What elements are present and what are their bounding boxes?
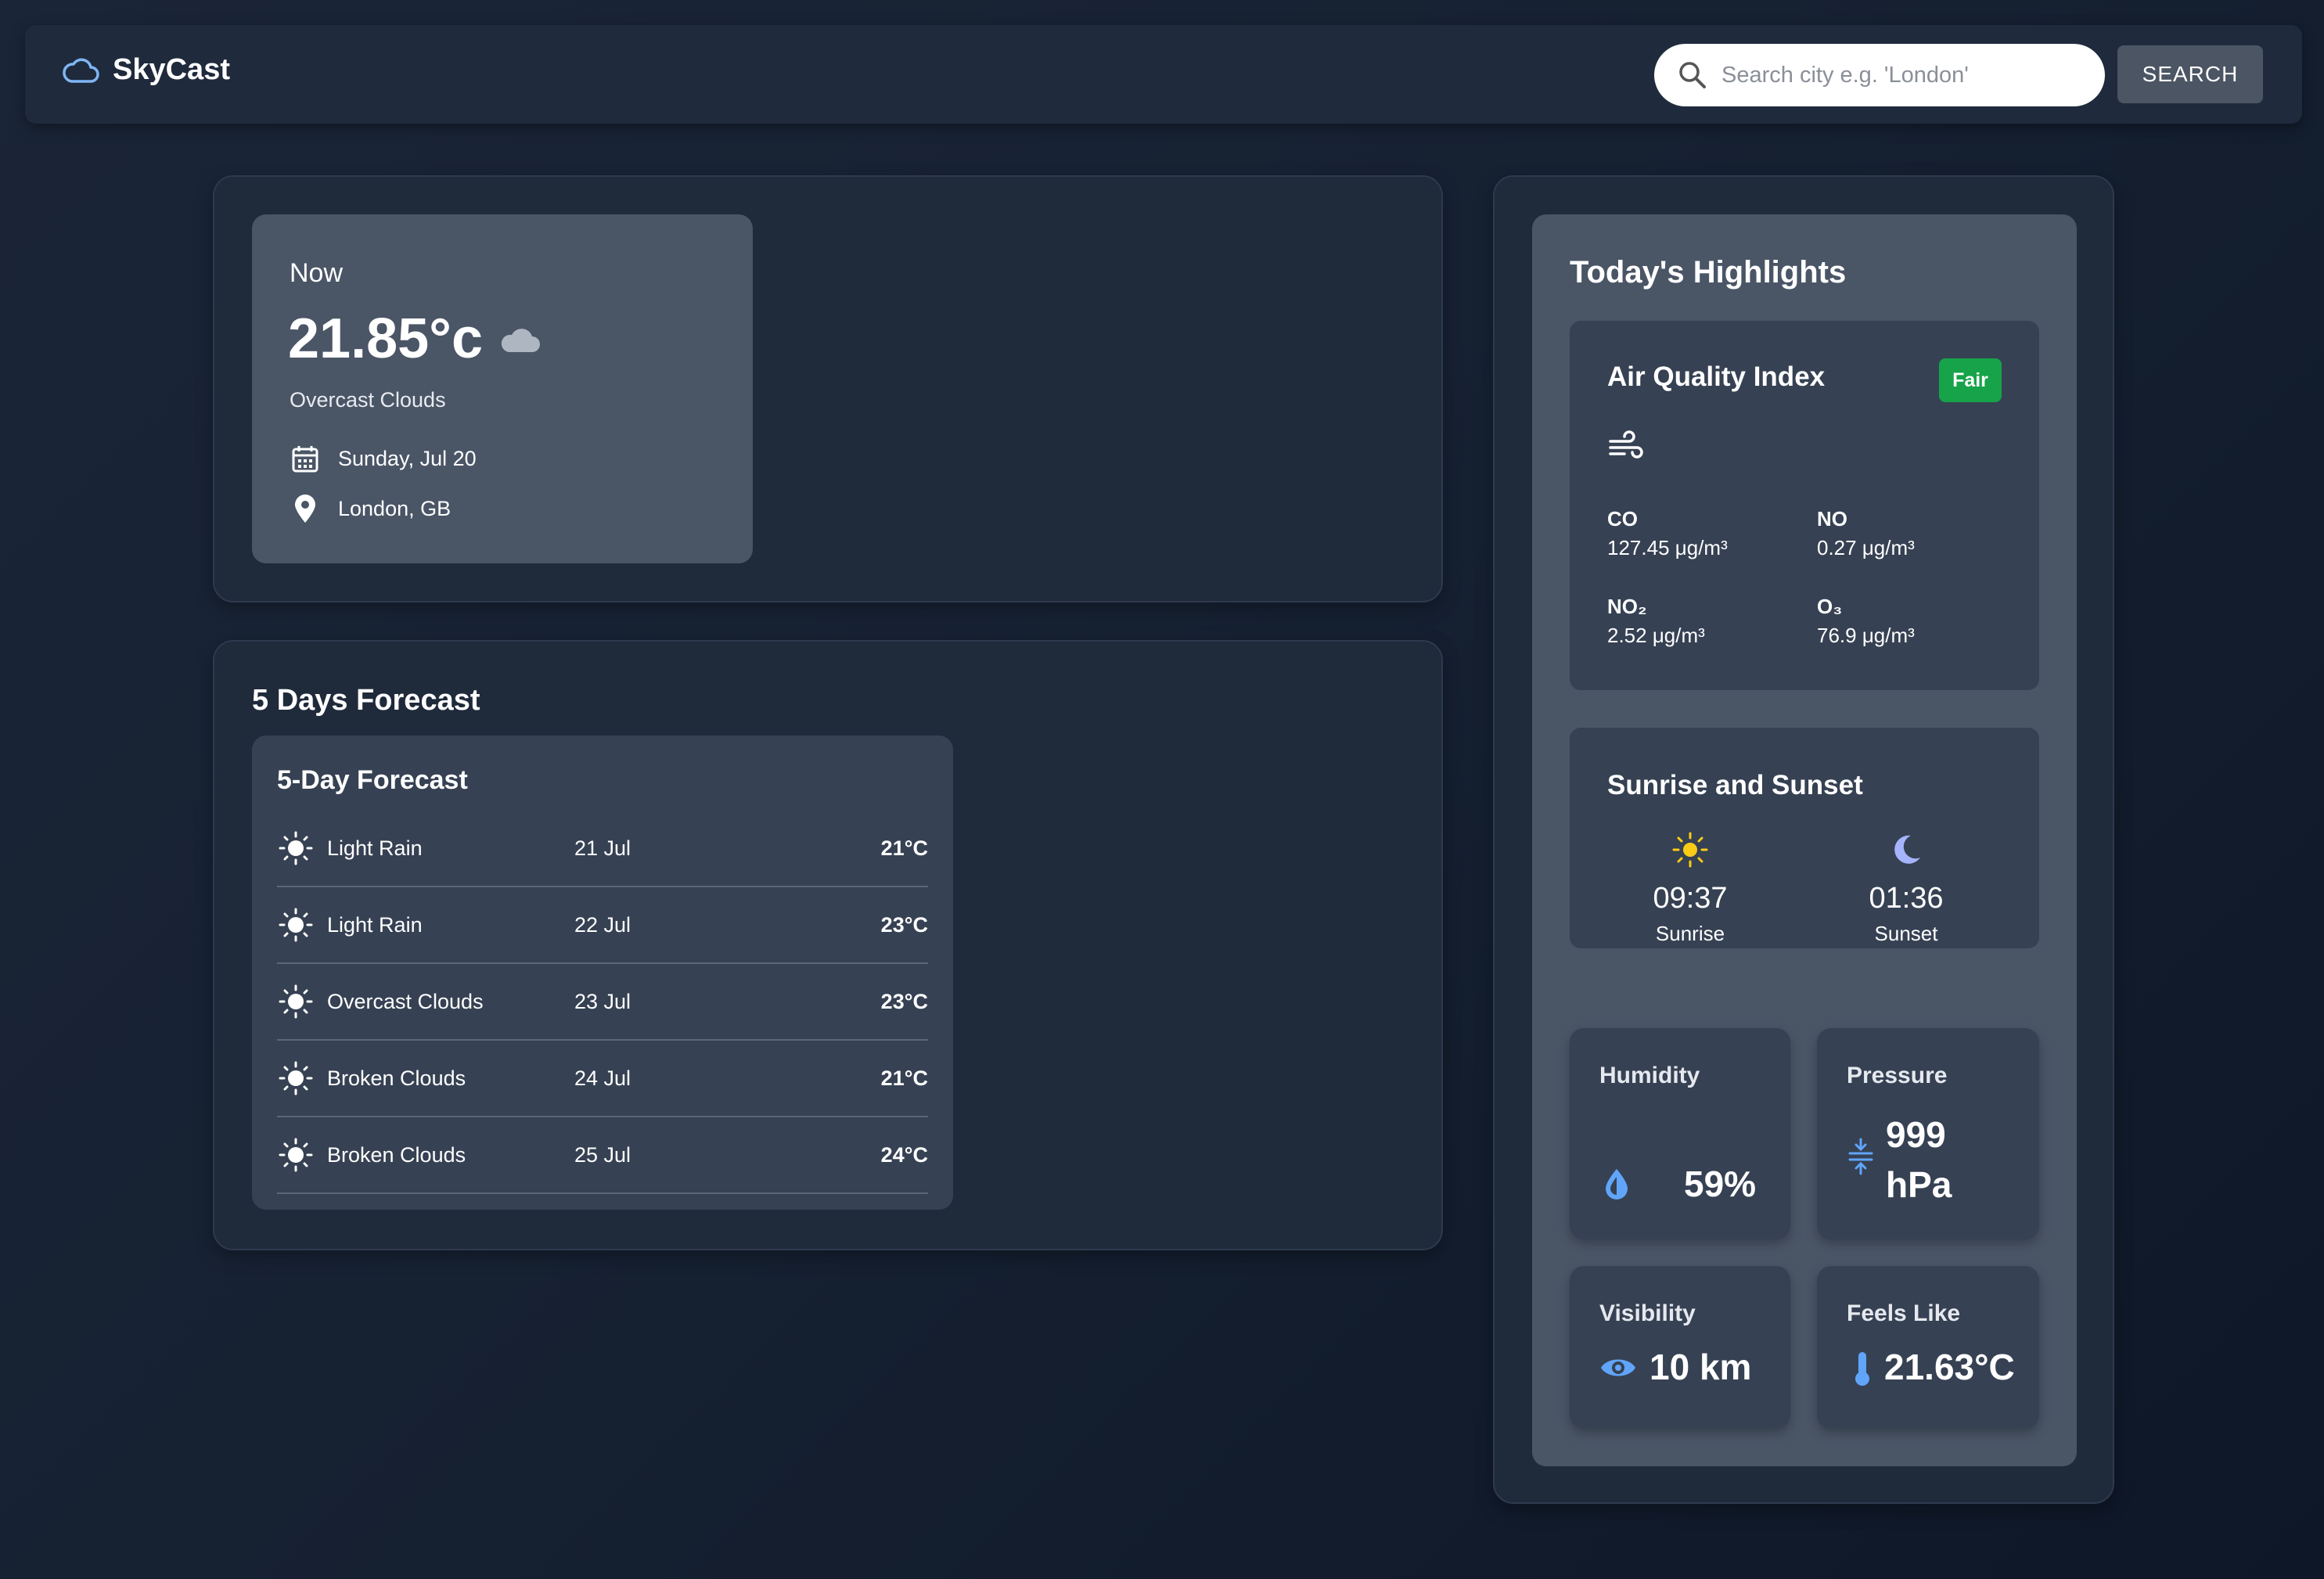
pressure-value: 999 hPa xyxy=(1886,1110,1952,1210)
now-heading: Now xyxy=(290,258,344,288)
pollutant-item: O₃ 76.9 μg/m³ xyxy=(1817,595,1915,648)
sunset-column: 01:36 Sunset xyxy=(1828,831,1984,946)
feels-like-value: 21.63°C xyxy=(1884,1347,2015,1387)
forecast-date: 22 Jul xyxy=(574,912,631,937)
cloud-icon xyxy=(501,329,540,352)
highlights-panel: Today's Highlights Air Quality Index Fai… xyxy=(1493,175,2114,1504)
current-description: Overcast Clouds xyxy=(290,388,446,412)
visibility-value: 10 km xyxy=(1649,1347,1752,1387)
sunrise-sunset-title: Sunrise and Sunset xyxy=(1607,770,1863,800)
date-row: Sunday, Jul 20 xyxy=(290,443,477,474)
sun-icon xyxy=(1672,832,1708,868)
forecast-row: Light Rain 21 Jul 21°C xyxy=(277,811,928,887)
pressure-number: 999 xyxy=(1886,1114,1946,1155)
forecast-description: Broken Clouds xyxy=(327,1142,466,1167)
forecast-date: 24 Jul xyxy=(574,1066,631,1090)
pollutant-value: 0.27 μg/m³ xyxy=(1817,536,1915,559)
pollutant-name: O₃ xyxy=(1817,595,1843,618)
humidity-label: Humidity xyxy=(1599,1063,1700,1088)
sun-icon xyxy=(279,1061,313,1095)
forecast-date: 25 Jul xyxy=(574,1142,631,1167)
pressure-label: Pressure xyxy=(1847,1063,1948,1088)
forecast-section-title: 5 Days Forecast xyxy=(252,684,480,717)
thermometer-icon xyxy=(1855,1352,1869,1386)
location-pin-icon xyxy=(295,495,315,523)
current-location: London, GB xyxy=(338,496,451,520)
forecast-description: Light Rain xyxy=(327,912,423,937)
forecast-row: Broken Clouds 25 Jul 24°C xyxy=(277,1117,928,1194)
current-date: Sunday, Jul 20 xyxy=(338,446,477,470)
pressure-unit: hPa xyxy=(1886,1164,1952,1205)
sunrise-column: 09:37 Sunrise xyxy=(1612,831,1768,946)
sun-icon xyxy=(279,984,313,1019)
current-temperature: 21.85°c xyxy=(288,308,484,370)
pollutant-item: NO 0.27 μg/m³ xyxy=(1817,507,1915,560)
forecast-row: Broken Clouds 24 Jul 21°C xyxy=(277,1041,928,1117)
pollutant-item: CO 127.45 μg/m³ xyxy=(1607,507,1728,560)
sun-icon xyxy=(279,1138,313,1172)
highlights-card: Today's Highlights Air Quality Index Fai… xyxy=(1532,214,2077,1466)
forecast-card-title: 5-Day Forecast xyxy=(277,765,468,795)
compress-icon xyxy=(1848,1138,1873,1175)
pollutant-name: NO₂ xyxy=(1607,595,1647,618)
pollutant-name: CO xyxy=(1607,507,1638,531)
feels-like-card: Feels Like 21.63°C xyxy=(1817,1266,2039,1429)
air-quality-badge: Fair xyxy=(1939,358,2002,402)
pollutant-name: NO xyxy=(1817,507,1847,531)
forecast-temp: 23°C xyxy=(880,989,928,1013)
sunrise-sunset-card: Sunrise and Sunset 09:37 Sunrise 01:36 S… xyxy=(1570,728,2039,948)
pollutant-value: 127.45 μg/m³ xyxy=(1607,536,1728,559)
visibility-card: Visibility 10 km xyxy=(1570,1266,1790,1429)
forecast-row: Light Rain 22 Jul 23°C xyxy=(277,887,928,964)
forecast-description: Light Rain xyxy=(327,836,423,860)
humidity-value: 59% xyxy=(1684,1164,1757,1204)
water-drop-icon xyxy=(1606,1169,1628,1200)
sunrise-time: 09:37 xyxy=(1653,882,1728,915)
sunset-label: Sunset xyxy=(1874,922,1938,945)
forecast-card: 5-Day Forecast Light Rain 21 Jul 21°C Li… xyxy=(252,736,953,1210)
forecast-temp: 21°C xyxy=(880,1066,928,1090)
moon-icon xyxy=(1894,835,1920,864)
pollutant-item: NO₂ 2.52 μg/m³ xyxy=(1607,595,1705,648)
search-input[interactable] xyxy=(1721,62,2089,88)
wind-icon xyxy=(1609,430,1643,459)
forecast-panel: 5 Days Forecast 5-Day Forecast Light Rai… xyxy=(213,640,1443,1250)
air-quality-card: Air Quality Index Fair CO 127.45 μg/m³ N… xyxy=(1570,321,2039,690)
sunrise-label: Sunrise xyxy=(1655,922,1725,945)
cloud-icon xyxy=(63,58,99,83)
sun-icon xyxy=(279,831,313,865)
air-quality-title: Air Quality Index xyxy=(1607,361,1826,392)
visibility-label: Visibility xyxy=(1599,1300,1696,1326)
forecast-description: Overcast Clouds xyxy=(327,989,484,1013)
sun-icon xyxy=(279,908,313,942)
search-box[interactable] xyxy=(1654,44,2105,106)
feels-like-label: Feels Like xyxy=(1847,1300,1961,1326)
pressure-card: Pressure 999 hPa xyxy=(1817,1028,2039,1239)
current-weather-panel: Now 21.85°c Overcast Clouds Sunday, Jul … xyxy=(213,175,1443,602)
highlights-title: Today's Highlights xyxy=(1570,255,1847,290)
pollutant-value: 76.9 μg/m³ xyxy=(1817,624,1915,647)
location-row: London, GB xyxy=(290,493,451,524)
app-name: SkyCast xyxy=(113,53,230,86)
forecast-date: 21 Jul xyxy=(574,836,631,860)
forecast-temp: 23°C xyxy=(880,912,928,937)
forecast-temp: 24°C xyxy=(880,1142,928,1167)
brand[interactable]: SkyCast xyxy=(61,53,230,87)
search-button[interactable]: SEARCH xyxy=(2117,45,2263,103)
search-icon xyxy=(1679,62,1706,88)
humidity-card: Humidity 59% xyxy=(1570,1028,1790,1239)
forecast-temp: 21°C xyxy=(880,836,928,860)
forecast-description: Broken Clouds xyxy=(327,1066,466,1090)
calendar-icon xyxy=(292,446,318,473)
forecast-row: Overcast Clouds 23 Jul 23°C xyxy=(277,964,928,1041)
top-navbar: SkyCast SEARCH xyxy=(25,25,2302,124)
forecast-date: 23 Jul xyxy=(574,989,631,1013)
eye-icon xyxy=(1601,1359,1635,1376)
sunset-time: 01:36 xyxy=(1869,882,1944,915)
pollutant-value: 2.52 μg/m³ xyxy=(1607,624,1705,647)
current-weather-card: Now 21.85°c Overcast Clouds Sunday, Jul … xyxy=(252,214,753,563)
